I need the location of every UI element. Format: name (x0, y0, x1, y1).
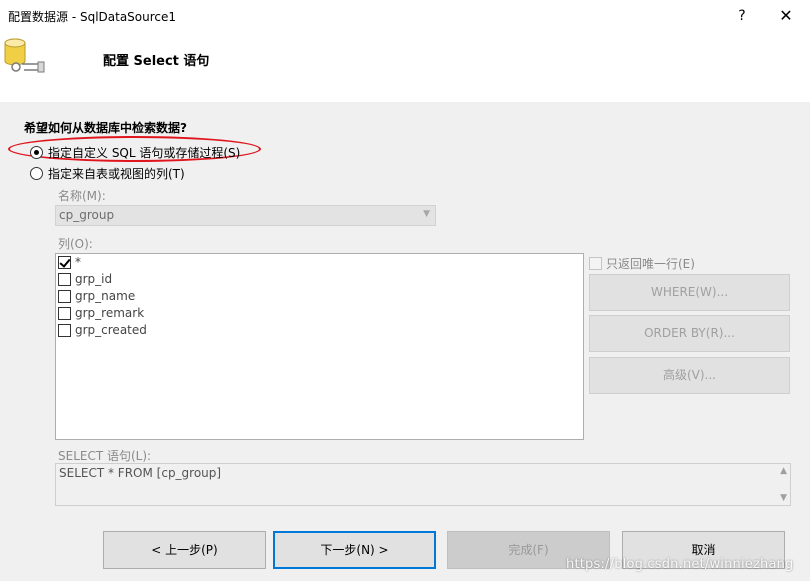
wizard-footer: < 上一步(P) 下一步(N) > 完成(F) 取消 https://blog.… (0, 521, 810, 581)
column-checkbox[interactable] (58, 289, 71, 303)
column-checkbox[interactable] (58, 272, 71, 286)
title-bar: 配置数据源 - SqlDataSource1 ? ✕ (0, 0, 810, 32)
column-label: grp_remark (75, 306, 145, 320)
radio-table-columns-label: 指定来自表或视图的列(T) (48, 167, 185, 181)
list-item[interactable]: grp_created (58, 323, 147, 337)
where-button[interactable]: WHERE(W)... (589, 274, 790, 311)
list-item[interactable]: grp_id (58, 272, 112, 286)
list-item[interactable]: grp_name (58, 289, 135, 303)
name-label: 名称(M): (58, 189, 106, 203)
list-item[interactable]: * (58, 255, 81, 269)
database-icon (4, 38, 45, 73)
radio-custom-sql[interactable]: 指定自定义 SQL 语句或存储过程(S) (30, 144, 240, 161)
wizard-header: 配置 Select 语句 (0, 32, 810, 102)
list-item[interactable]: grp_remark (58, 306, 144, 320)
watermark-text: https://blog.csdn.net/winniezhang (566, 557, 794, 572)
name-combobox[interactable]: cp_group ▼ (55, 205, 436, 226)
distinct-rows-checkbox[interactable]: 只返回唯一行(E) (589, 255, 695, 272)
scroll-down-icon[interactable]: ▼ (780, 493, 787, 503)
select-statement-label: SELECT 语句(L): (58, 449, 152, 463)
radio-table-columns[interactable]: 指定来自表或视图的列(T) (30, 165, 185, 182)
columns-label: 列(O): (58, 237, 93, 251)
page-title: 配置 Select 语句 (103, 54, 210, 69)
question-label: 希望如何从数据库中检索数据? (24, 121, 187, 135)
column-label: grp_id (75, 272, 113, 286)
main-panel: 希望如何从数据库中检索数据? 指定自定义 SQL 语句或存储过程(S) 指定来自… (0, 102, 810, 521)
order-by-button[interactable]: ORDER BY(R)... (589, 315, 790, 352)
chevron-down-icon: ▼ (423, 209, 430, 219)
select-statement-value: SELECT * FROM [cp_group] (59, 466, 222, 480)
previous-button[interactable]: < 上一步(P) (103, 531, 266, 569)
column-label: grp_created (75, 323, 147, 337)
column-label: grp_name (75, 289, 136, 303)
column-checkbox[interactable] (58, 323, 71, 337)
select-statement-textbox[interactable]: SELECT * FROM [cp_group] ▲ ▼ (55, 463, 791, 506)
next-button[interactable]: 下一步(N) > (273, 531, 436, 569)
name-combobox-value: cp_group (59, 208, 115, 222)
help-button[interactable]: ? (722, 0, 762, 32)
column-checkbox[interactable] (58, 306, 71, 320)
scroll-up-icon[interactable]: ▲ (780, 466, 787, 476)
advanced-button[interactable]: 高级(V)... (589, 357, 790, 394)
column-checkbox[interactable] (58, 255, 71, 269)
distinct-label: 只返回唯一行(E) (606, 257, 695, 271)
distinct-checkbox-box[interactable] (589, 257, 602, 270)
radio-button-unchecked[interactable] (30, 167, 43, 180)
window-title: 配置数据源 - SqlDataSource1 (8, 10, 177, 24)
columns-list[interactable]: * grp_id grp_name grp_remark grp_created (55, 253, 584, 440)
column-label: * (75, 255, 81, 269)
radio-button-checked[interactable] (30, 146, 43, 159)
radio-custom-sql-label: 指定自定义 SQL 语句或存储过程(S) (48, 146, 241, 160)
close-button[interactable]: ✕ (764, 0, 808, 32)
